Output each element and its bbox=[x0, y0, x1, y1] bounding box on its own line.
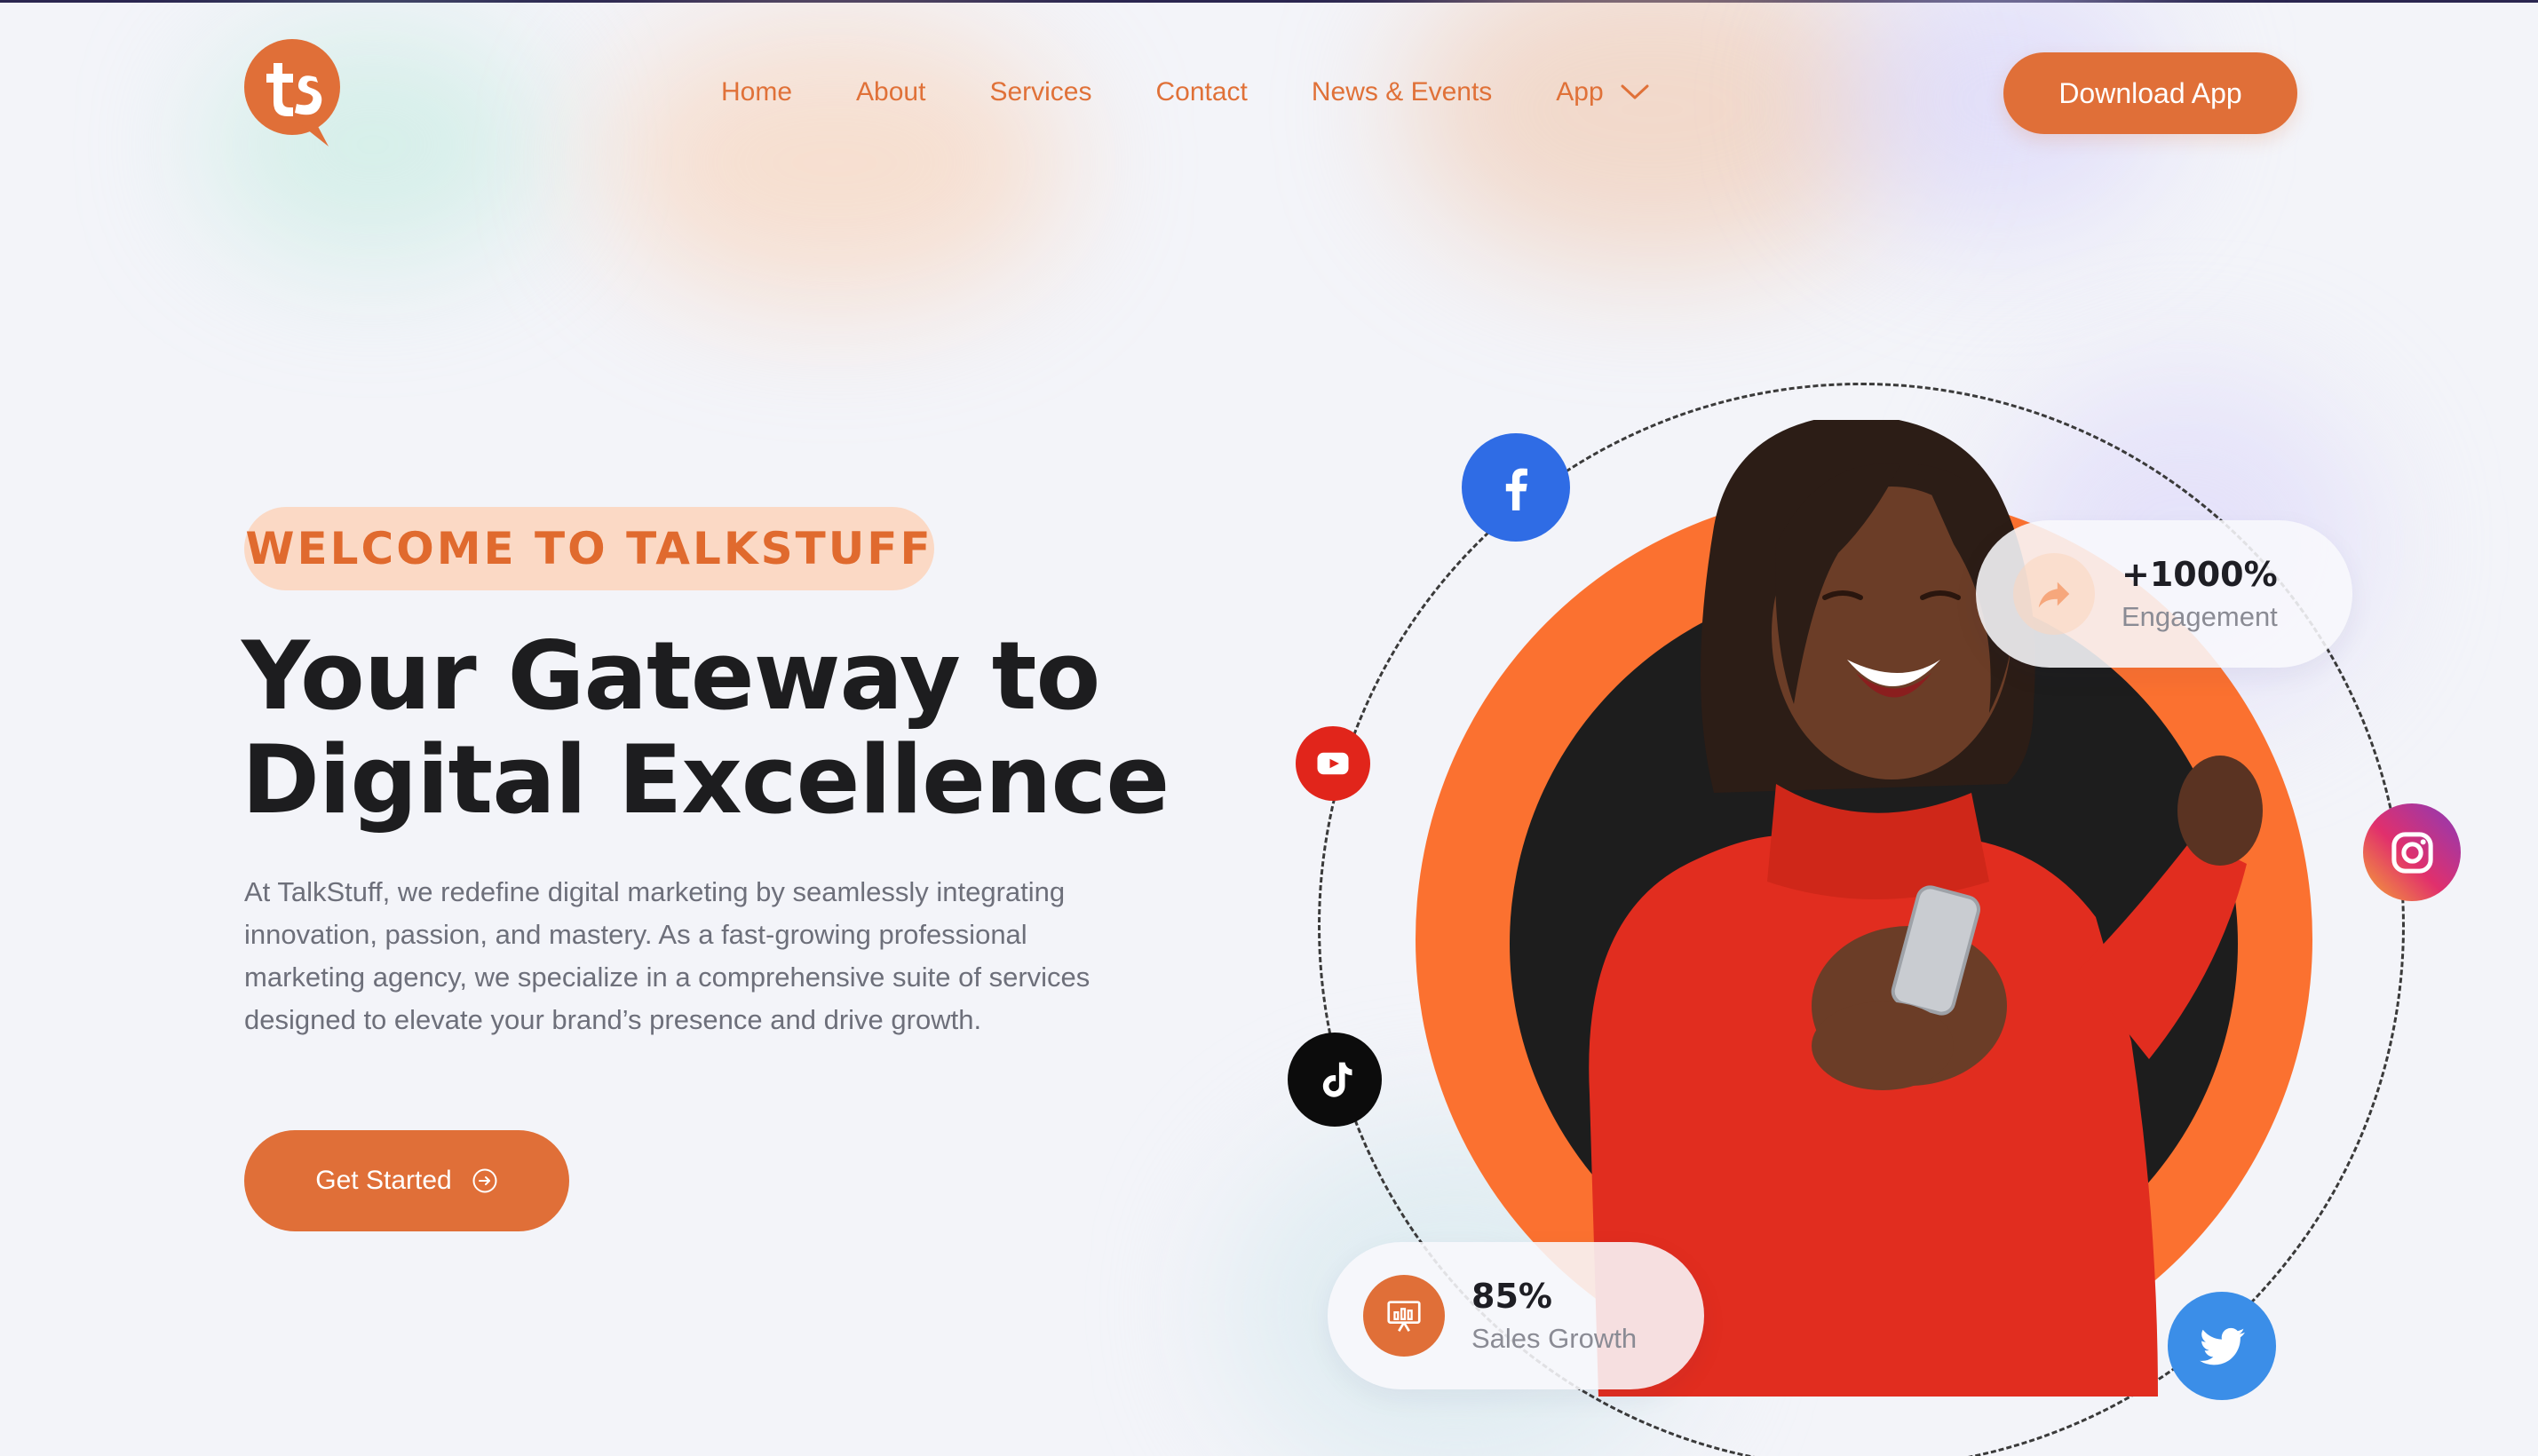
twitter-icon[interactable] bbox=[2168, 1292, 2276, 1400]
share-arrow-icon bbox=[2013, 553, 2095, 635]
engagement-label: Engagement bbox=[2122, 601, 2278, 632]
hero-headline: Your Gateway to Digital Excellence bbox=[242, 624, 1218, 832]
nav-services[interactable]: Services bbox=[989, 77, 1091, 107]
sales-growth-stat-card: 85% Sales Growth bbox=[1328, 1242, 1704, 1389]
welcome-badge: WELCOME TO TALKSTUFF bbox=[244, 507, 934, 590]
nav-contact[interactable]: Contact bbox=[1155, 77, 1247, 107]
background-glow bbox=[604, 20, 1066, 305]
instagram-icon[interactable] bbox=[2363, 803, 2461, 901]
nav-app-dropdown[interactable]: App bbox=[1556, 77, 1649, 107]
chevron-down-icon bbox=[1621, 84, 1649, 99]
facebook-icon[interactable] bbox=[1462, 433, 1570, 542]
headline-line-2: Digital Excellence bbox=[242, 725, 1170, 835]
nav-about[interactable]: About bbox=[856, 77, 925, 107]
get-started-label: Get Started bbox=[315, 1166, 452, 1195]
main-nav: Home About Services Contact News & Event… bbox=[721, 74, 1650, 111]
nav-home[interactable]: Home bbox=[721, 77, 792, 107]
headline-line-1: Your Gateway to bbox=[242, 621, 1100, 731]
hero-description: At TalkStuff, we redefine digital market… bbox=[244, 876, 1091, 1035]
sales-growth-label: Sales Growth bbox=[1471, 1323, 1638, 1354]
nav-news-events[interactable]: News & Events bbox=[1312, 77, 1492, 107]
youtube-icon[interactable] bbox=[1296, 726, 1370, 801]
background-glow bbox=[1403, 0, 1900, 269]
engagement-value: +1000% bbox=[2122, 555, 2278, 594]
sales-growth-value: 85% bbox=[1471, 1277, 1552, 1316]
nav-app-label: App bbox=[1556, 77, 1604, 107]
arrow-circle-right-icon bbox=[472, 1168, 497, 1193]
get-started-button[interactable]: Get Started bbox=[244, 1130, 569, 1231]
engagement-stat-card: +1000% Engagement bbox=[1976, 520, 2352, 668]
tiktok-icon[interactable] bbox=[1288, 1033, 1382, 1127]
download-app-button[interactable]: Download App bbox=[2003, 52, 2297, 134]
presentation-chart-icon bbox=[1363, 1275, 1445, 1357]
talkstuff-logo-icon[interactable] bbox=[243, 38, 341, 146]
